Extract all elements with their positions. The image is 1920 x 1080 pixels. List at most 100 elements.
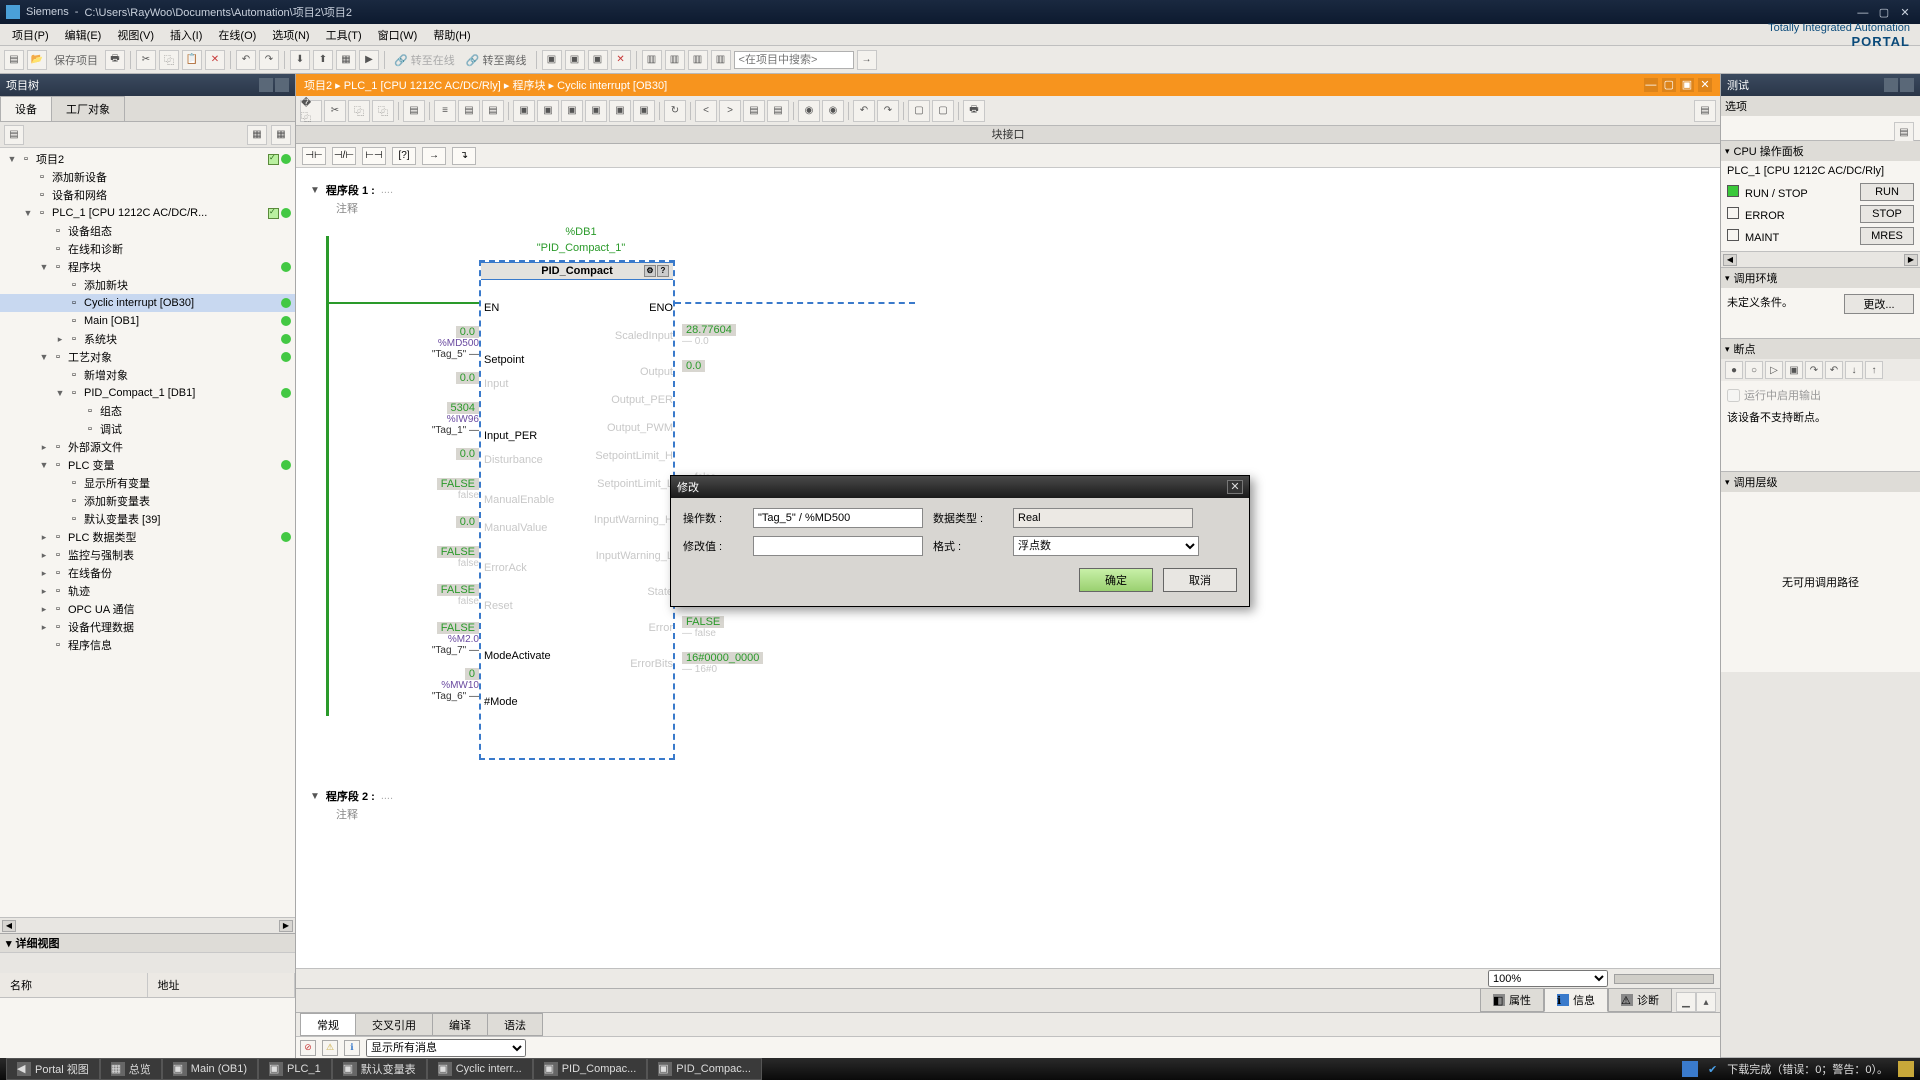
net2-collapse-icon[interactable]: ▼ [310, 791, 320, 802]
et-12[interactable]: ▣ [585, 100, 607, 122]
delete-icon[interactable]: ✕ [205, 50, 225, 70]
tree-item[interactable]: ▸▫设备代理数据 [0, 618, 295, 636]
menu-tools[interactable]: 工具(T) [318, 25, 370, 45]
tree-item[interactable]: ▫添加新变量表 [0, 492, 295, 510]
detail-view-header[interactable]: ▾详细视图 [0, 933, 295, 953]
et-7[interactable]: ▤ [458, 100, 480, 122]
menu-help[interactable]: 帮助(H) [425, 25, 478, 45]
stab-main[interactable]: ▣Main (OB1) [162, 1058, 258, 1080]
tree-tb-1[interactable]: ▤ [4, 125, 24, 145]
scroll-left-icon[interactable]: ◀ [2, 920, 16, 932]
print-icon[interactable]: 🖶 [105, 50, 125, 70]
undo-icon[interactable]: ↶ [236, 50, 256, 70]
minimize-button[interactable]: — [1854, 7, 1872, 19]
btab-min[interactable]: ▁ [1676, 992, 1696, 1012]
tab-info[interactable]: ℹ信息 [1544, 988, 1608, 1012]
search-input[interactable] [734, 51, 854, 69]
net2-comment[interactable]: 注释 [336, 806, 1706, 822]
et-10[interactable]: ▣ [537, 100, 559, 122]
tree-item[interactable]: ▫添加新块 [0, 276, 295, 294]
options-header[interactable]: 选项 [1721, 96, 1920, 116]
tree-item[interactable]: ▸▫OPC UA 通信 [0, 600, 295, 618]
et-23[interactable]: ↷ [877, 100, 899, 122]
bp-5[interactable]: ↷ [1805, 361, 1823, 379]
et-16[interactable]: < [695, 100, 717, 122]
tree-item[interactable]: ▼▫程序块 [0, 258, 295, 276]
btab-max[interactable]: ▴ [1696, 992, 1716, 1012]
tree-tb-3[interactable]: ▦ [271, 125, 291, 145]
ed-close-icon[interactable]: ✕ [1698, 78, 1712, 92]
menu-online[interactable]: 在线(O) [210, 25, 264, 45]
bp-2[interactable]: ○ [1745, 361, 1763, 379]
cpu-panel-header[interactable]: ▾CPU 操作面板 [1721, 141, 1920, 161]
tb-icon-1[interactable]: ▣ [542, 50, 562, 70]
itab-xref[interactable]: 交叉引用 [355, 1013, 433, 1036]
tree-tb-2[interactable]: ▦ [247, 125, 267, 145]
msg-info-icon[interactable]: ℹ [344, 1040, 360, 1056]
et-5[interactable]: ▤ [403, 100, 425, 122]
menu-view[interactable]: 视图(V) [109, 25, 162, 45]
call-hierarchy-header[interactable]: ▾调用层级 [1721, 472, 1920, 492]
cpu-scroll-l[interactable]: ◀ [1723, 254, 1737, 266]
tree-item[interactable]: ▸▫监控与强制表 [0, 546, 295, 564]
tree-item[interactable]: ▫默认变量表 [39] [0, 510, 295, 528]
et-4[interactable]: ⿻ [372, 100, 394, 122]
tab-devices[interactable]: 设备 [0, 96, 52, 121]
compile-icon[interactable]: ▦ [336, 50, 356, 70]
collapse-icon[interactable] [275, 78, 289, 92]
mres-button[interactable]: MRES [1860, 227, 1914, 245]
tree-item[interactable]: ▸▫PLC 数据类型 [0, 528, 295, 546]
fav-2[interactable]: ⊣/⊢ [332, 147, 356, 165]
fav-1[interactable]: ⊣⊢ [302, 147, 326, 165]
bp-1[interactable]: ● [1725, 361, 1743, 379]
stab-pid1[interactable]: ▣PID_Compac... [533, 1058, 648, 1080]
tb-icon-7[interactable]: ▥ [688, 50, 708, 70]
fav-6[interactable]: ↴ [452, 147, 476, 165]
et-25[interactable]: ▢ [932, 100, 954, 122]
zoom-select[interactable]: 100% [1488, 970, 1608, 987]
opt-icon[interactable]: ▤ [1894, 122, 1914, 142]
et-19[interactable]: ▤ [767, 100, 789, 122]
menu-insert[interactable]: 插入(I) [162, 25, 210, 45]
call-env-header[interactable]: ▾调用环境 [1721, 268, 1920, 288]
tree-item[interactable]: ▫添加新设备 [0, 168, 295, 186]
cancel-button[interactable]: 取消 [1163, 568, 1237, 592]
bp-6[interactable]: ↶ [1825, 361, 1843, 379]
et-9[interactable]: ▣ [513, 100, 535, 122]
tree-item[interactable]: ▸▫轨迹 [0, 582, 295, 600]
copy-icon[interactable]: ⿻ [159, 50, 179, 70]
close-button[interactable]: ✕ [1896, 6, 1914, 19]
itab-syntax[interactable]: 语法 [487, 1013, 543, 1036]
et-26[interactable]: 🖶 [963, 100, 985, 122]
et-11[interactable]: ▣ [561, 100, 583, 122]
test-pin-icon[interactable] [1884, 78, 1898, 92]
menu-project[interactable]: 项目(P) [4, 25, 57, 45]
bp-3[interactable]: ▷ [1765, 361, 1783, 379]
tb-icon-6[interactable]: ▥ [665, 50, 685, 70]
ed-max-icon[interactable]: ▢ [1662, 78, 1676, 92]
msg-warn-icon[interactable]: ⚠ [322, 1040, 338, 1056]
paste-icon[interactable]: 📋 [182, 50, 202, 70]
menu-window[interactable]: 窗口(W) [370, 25, 426, 45]
save-button[interactable]: 保存项目 [50, 52, 102, 68]
ok-button[interactable]: 确定 [1079, 568, 1153, 592]
tree-item[interactable]: ▫在线和诊断 [0, 240, 295, 258]
tree-item[interactable]: ▸▫系统块 [0, 330, 295, 348]
stop-button[interactable]: STOP [1860, 205, 1914, 223]
ed-float-icon[interactable]: ▣ [1680, 78, 1694, 92]
overview-button[interactable]: ▦总览 [100, 1058, 162, 1080]
tree-item[interactable]: ▼▫项目2 [0, 150, 295, 168]
fav-5[interactable]: → [422, 147, 446, 165]
tb-icon-5[interactable]: ▥ [642, 50, 662, 70]
tb-icon-4[interactable]: ✕ [611, 50, 631, 70]
et-1[interactable]: �⿻ [300, 100, 322, 122]
tree-item[interactable]: ▫Cyclic interrupt [OB30] [0, 294, 295, 312]
breakpoints-header[interactable]: ▾断点 [1721, 339, 1920, 359]
tree-item[interactable]: ▸▫在线备份 [0, 564, 295, 582]
et-20[interactable]: ◉ [798, 100, 820, 122]
et-24[interactable]: ▢ [908, 100, 930, 122]
new-icon[interactable]: ▤ [4, 50, 24, 70]
tree-item[interactable]: ▫新增对象 [0, 366, 295, 384]
tree-item[interactable]: ▫设备组态 [0, 222, 295, 240]
operand-field[interactable] [753, 508, 923, 528]
